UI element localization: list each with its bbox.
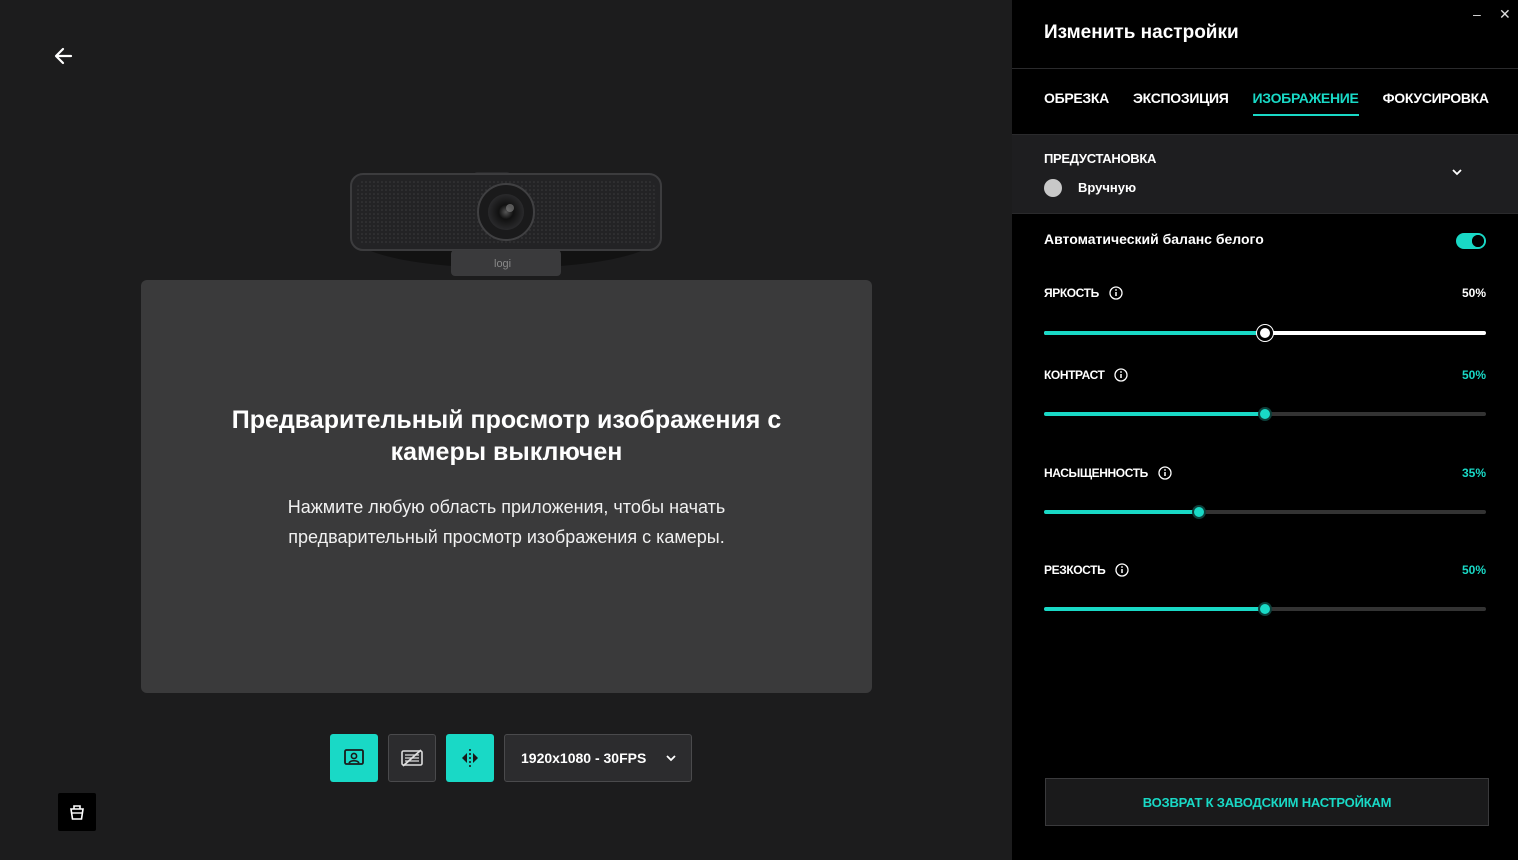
slider-label-text: НАСЫЩЕННОСТЬ (1044, 466, 1148, 480)
slider-label-text: РЕЗКОСТЬ (1044, 563, 1106, 577)
divider (1012, 68, 1518, 69)
contrast-label: КОНТРАСТ (1044, 368, 1129, 382)
info-icon[interactable] (1158, 466, 1172, 480)
back-button[interactable] (52, 44, 76, 68)
slider-thumb[interactable] (1258, 602, 1272, 616)
sharpness-label: РЕЗКОСТЬ (1044, 563, 1129, 577)
chevron-down-icon (1452, 169, 1462, 176)
slider-fill (1044, 331, 1265, 335)
settings-panel: – ✕ Изменить настройки ОБРЕЗКА ЭКСПОЗИЦИ… (1012, 0, 1518, 860)
brightness-slider[interactable] (1044, 325, 1486, 341)
tab-focus[interactable]: ФОКУСИРОВКА (1383, 90, 1489, 116)
saturation-slider[interactable] (1044, 505, 1486, 519)
webcam-logo: logi (494, 258, 512, 270)
brightness-label: ЯРКОСТЬ (1044, 286, 1123, 300)
preview-message: Нажмите любую область приложения, чтобы … (287, 497, 726, 547)
resolution-value: 1920x1080 - 30FPS (521, 750, 647, 766)
arrow-left-icon (54, 47, 73, 65)
preview-box[interactable]: Предварительный просмотр изображения с к… (141, 280, 872, 693)
info-icon[interactable] (1115, 563, 1129, 577)
preview-off-button[interactable] (388, 734, 436, 782)
slider-thumb[interactable] (1258, 407, 1272, 421)
slider-fill (1044, 510, 1199, 514)
saturation-label: НАСЫЩЕННОСТЬ (1044, 466, 1172, 480)
resolution-select[interactable]: 1920x1080 - 30FPS (504, 734, 692, 782)
basket-icon (70, 805, 84, 820)
camera-frame-icon (344, 749, 364, 765)
contrast-value: 50% (1461, 368, 1486, 382)
chevron-down-icon (666, 755, 676, 762)
tab-exposure[interactable]: ЭКСПОЗИЦИЯ (1133, 90, 1229, 116)
mirror-flip-icon (462, 749, 478, 767)
sharpness-slider[interactable] (1044, 602, 1486, 616)
preset-color-dot (1044, 179, 1062, 197)
preview-title: Предварительный просмотр изображения с к… (231, 406, 782, 466)
webcam-image: logi (348, 168, 664, 280)
panel-title: Изменить настройки (1044, 22, 1239, 43)
reset-defaults-button[interactable]: ВОЗВРАТ К ЗАВОДСКИМ НАСТРОЙКАМ (1045, 778, 1489, 826)
sharpness-value: 50% (1461, 563, 1486, 577)
preset-dropdown[interactable]: ПРЕДУСТАНОВКА Вручную (1012, 134, 1518, 214)
saturation-value: 35% (1461, 466, 1486, 480)
brightness-value: 50% (1461, 286, 1486, 300)
contrast-slider[interactable] (1044, 407, 1486, 421)
slider-thumb[interactable] (1191, 505, 1206, 519)
slider-label-text: КОНТРАСТ (1044, 368, 1105, 382)
auto-white-balance-label: Автоматический баланс белого (1044, 231, 1264, 247)
minimize-button[interactable]: – (1473, 6, 1481, 22)
close-button[interactable]: ✕ (1499, 6, 1511, 23)
preset-value: Вручную (1078, 180, 1137, 195)
tab-crop[interactable]: ОБРЕЗКА (1044, 90, 1109, 116)
slider-thumb[interactable] (1257, 325, 1273, 341)
preset-label: ПРЕДУСТАНОВКА (1044, 151, 1157, 166)
shop-button[interactable] (58, 793, 96, 831)
slider-label-text: ЯРКОСТЬ (1044, 286, 1099, 300)
video-off-icon (401, 749, 423, 767)
mirror-button[interactable] (446, 734, 494, 782)
auto-white-balance-toggle[interactable] (1456, 233, 1486, 249)
slider-fill (1044, 412, 1265, 416)
info-icon[interactable] (1114, 368, 1129, 382)
tab-image[interactable]: ИЗОБРАЖЕНИЕ (1252, 90, 1359, 116)
preview-area[interactable]: logi Предварительный просмотр изображени… (0, 0, 1012, 860)
toggle-knob (1473, 236, 1483, 246)
info-icon[interactable] (1109, 286, 1123, 300)
camera-preview-button[interactable] (330, 734, 378, 782)
slider-fill (1044, 607, 1265, 611)
tab-bar: ОБРЕЗКА ЭКСПОЗИЦИЯ ИЗОБРАЖЕНИЕ ФОКУСИРОВ… (1044, 90, 1489, 116)
